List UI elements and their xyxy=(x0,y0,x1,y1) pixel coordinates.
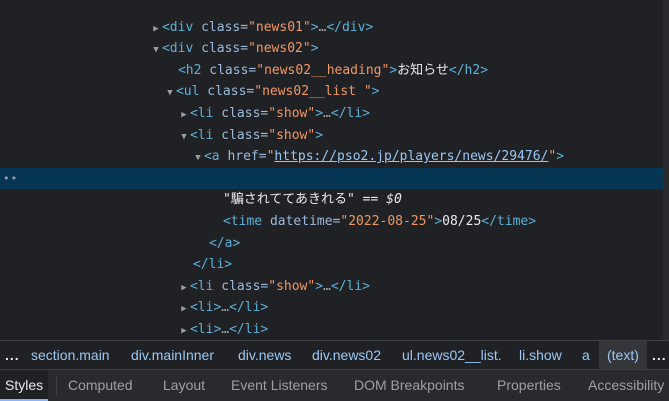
dom-node-li-show[interactable]: ▶ <li class="show">…</li> xyxy=(0,81,669,121)
dom-node-li-show-expanded[interactable]: ▼ <li class="show"> xyxy=(0,103,669,143)
breadcrumb-item-div-news02[interactable]: div.news02 xyxy=(312,341,381,369)
dom-node-li[interactable]: ▶<li>…</li> xyxy=(0,297,669,337)
tab-styles[interactable]: Styles xyxy=(0,370,49,401)
tab-event-listeners[interactable]: Event Listeners xyxy=(226,370,333,401)
elements-dom-tree: ▶ <div class="news01">…</div> ▼ <div class… xyxy=(0,0,669,340)
breadcrumb-item-section-main[interactable]: section.main xyxy=(31,341,110,369)
tab-divider xyxy=(56,376,57,395)
row-menu-icon[interactable]: •• xyxy=(3,168,18,190)
dom-node-li[interactable]: ▶<li>…</li> xyxy=(0,319,669,340)
dom-node-li[interactable]: ▶<li>…</li> xyxy=(0,276,669,315)
tab-layout[interactable]: Layout xyxy=(158,370,210,401)
tab-computed[interactable]: Computed xyxy=(63,370,138,401)
breadcrumb-item-ul-news02-list[interactable]: ul.news02__list. xyxy=(402,341,502,369)
dom-node-text-selected[interactable]: •• "騙されててあきれる" == $0 xyxy=(0,167,669,207)
breadcrumb-item-div-news[interactable]: div.news xyxy=(238,341,291,369)
breadcrumb-item-a[interactable]: a xyxy=(582,341,590,369)
tab-accessibility[interactable]: Accessibility xyxy=(583,370,669,401)
breadcrumb-item-text-active[interactable]: (text) xyxy=(599,341,647,369)
breadcrumb-item-li-show[interactable]: li.show xyxy=(519,341,562,369)
breadcrumb-item-div-maininner[interactable]: div.mainInner xyxy=(131,341,214,369)
breadcrumb-overflow-button[interactable]: ... xyxy=(5,341,20,369)
tab-dom-breakpoints[interactable]: DOM Breakpoints xyxy=(349,370,469,401)
dom-node-span-topicicon[interactable]: ▶<span class="topicIcon important">…</sp… xyxy=(0,146,669,186)
breadcrumb-overflow-right[interactable]: ... xyxy=(652,341,667,369)
sidebar-tab-strip: Styles Computed Layout Event Listeners D… xyxy=(0,369,669,401)
dom-node-ul-news02-list[interactable]: ▼ <ul class="news02__list "> xyxy=(0,60,669,99)
dom-node-li-show[interactable]: ▶ <li class="show">…</li> xyxy=(0,254,669,294)
dom-node-h2-heading[interactable]: <h2 class="news02__heading">お知らせ</h2> xyxy=(0,38,669,78)
dom-node-div-news01[interactable]: ▶ <div class="news01">…</div> xyxy=(0,0,669,35)
dom-node-div-news02[interactable]: ▼ <div class="news02"> xyxy=(0,17,669,56)
dom-node-time[interactable]: <time datetime="2022-08-25">08/25</time> xyxy=(0,189,669,229)
dom-node-li-close[interactable]: </li> xyxy=(0,233,669,272)
tab-properties[interactable]: Properties xyxy=(492,370,566,401)
vertical-scrollbar[interactable] xyxy=(663,0,669,340)
dom-node-anchor-close[interactable]: </a> xyxy=(0,211,669,251)
dom-node-anchor[interactable]: ▼ <a href="https://pso2.jp/players/news/2… xyxy=(0,125,669,164)
breadcrumb: ... section.main div.mainInner div.news … xyxy=(0,340,669,369)
